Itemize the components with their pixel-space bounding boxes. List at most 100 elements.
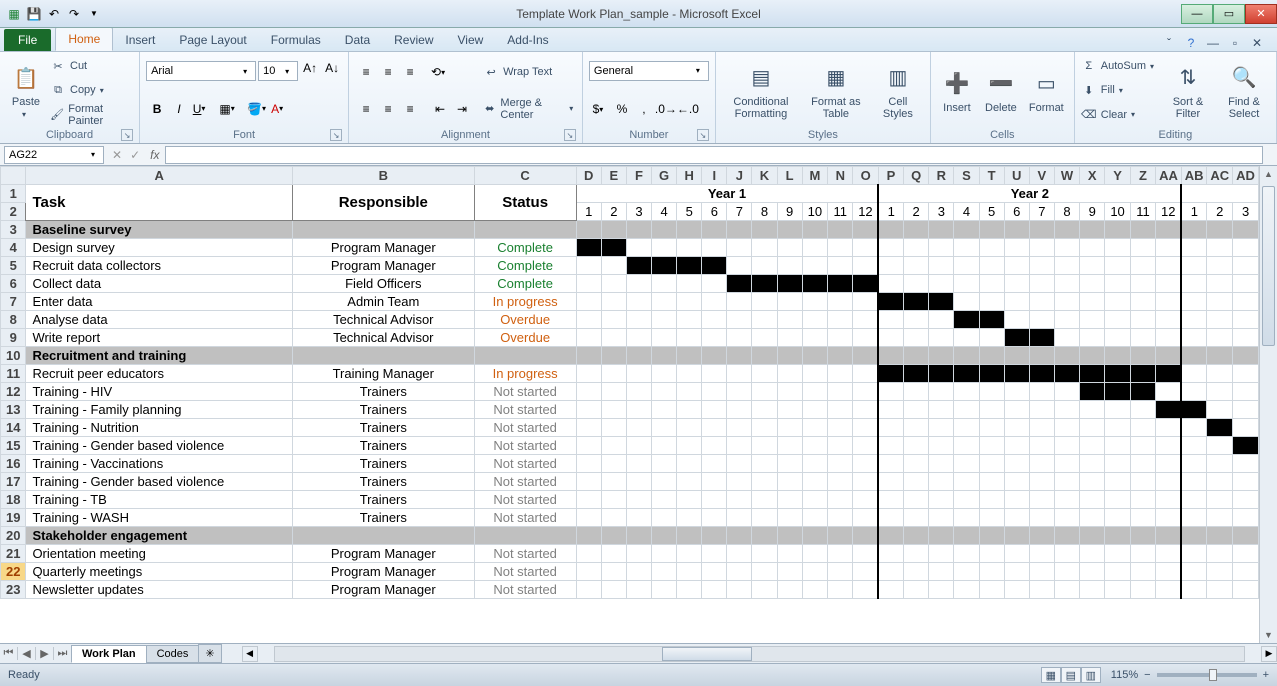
gantt-cell[interactable]: [954, 527, 979, 545]
gantt-cell[interactable]: [1105, 221, 1130, 239]
gantt-cell[interactable]: [601, 563, 626, 581]
gantt-cell[interactable]: [752, 401, 777, 419]
gantt-cell[interactable]: [1207, 383, 1233, 401]
gantt-cell[interactable]: [1156, 329, 1182, 347]
gantt-cell[interactable]: [1156, 347, 1182, 365]
gantt-cell[interactable]: [727, 455, 752, 473]
gantt-cell[interactable]: [1181, 401, 1207, 419]
tab-insert[interactable]: Insert: [113, 29, 167, 51]
status-cell[interactable]: Not started: [474, 509, 576, 527]
task-cell[interactable]: Collect data: [26, 275, 293, 293]
responsible-cell[interactable]: Trainers: [292, 383, 474, 401]
gantt-cell[interactable]: [1054, 491, 1079, 509]
gantt-cell[interactable]: [1233, 563, 1259, 581]
gantt-cell[interactable]: [702, 257, 727, 275]
gantt-cell[interactable]: [979, 239, 1004, 257]
gantt-cell[interactable]: [929, 581, 954, 599]
gantt-cell[interactable]: [828, 383, 853, 401]
gantt-cell[interactable]: [1054, 293, 1079, 311]
col-header-M[interactable]: M: [802, 167, 827, 185]
gantt-cell[interactable]: [878, 581, 903, 599]
gantt-cell[interactable]: [1105, 437, 1130, 455]
gantt-cell[interactable]: [626, 293, 651, 311]
gantt-cell[interactable]: [576, 347, 601, 365]
gantt-cell[interactable]: [878, 257, 903, 275]
gantt-cell[interactable]: [1029, 239, 1054, 257]
gantt-cell[interactable]: [601, 329, 626, 347]
gantt-cell[interactable]: [979, 527, 1004, 545]
gantt-cell[interactable]: [1233, 401, 1259, 419]
row-header-15[interactable]: 15: [1, 437, 26, 455]
gantt-cell[interactable]: [878, 491, 903, 509]
col-header-AC[interactable]: AC: [1207, 167, 1233, 185]
gantt-cell[interactable]: [878, 275, 903, 293]
gantt-cell[interactable]: [904, 311, 929, 329]
gantt-cell[interactable]: [777, 221, 802, 239]
gantt-cell[interactable]: [929, 545, 954, 563]
gantt-cell[interactable]: [752, 239, 777, 257]
gantt-cell[interactable]: [828, 473, 853, 491]
gantt-cell[interactable]: [651, 437, 676, 455]
bold-button[interactable]: B: [146, 98, 168, 120]
gantt-cell[interactable]: [979, 401, 1004, 419]
gantt-cell[interactable]: [979, 545, 1004, 563]
gantt-cell[interactable]: [802, 365, 827, 383]
gantt-cell[interactable]: [777, 437, 802, 455]
gantt-cell[interactable]: [853, 545, 878, 563]
tab-data[interactable]: Data: [333, 29, 382, 51]
gantt-cell[interactable]: [853, 419, 878, 437]
gantt-cell[interactable]: [752, 473, 777, 491]
gantt-cell[interactable]: [626, 221, 651, 239]
gantt-cell[interactable]: [1130, 545, 1155, 563]
number-launcher-icon[interactable]: ↘: [697, 129, 709, 141]
inc-decimal-button[interactable]: .0→: [655, 98, 677, 120]
gantt-cell[interactable]: [1207, 239, 1233, 257]
sheet-nav-prev-icon[interactable]: ◀: [18, 647, 36, 660]
gantt-cell[interactable]: [1004, 365, 1029, 383]
gantt-cell[interactable]: [626, 581, 651, 599]
gantt-cell[interactable]: [1080, 491, 1105, 509]
gantt-cell[interactable]: [1004, 293, 1029, 311]
gantt-cell[interactable]: [1054, 311, 1079, 329]
gantt-cell[interactable]: [954, 545, 979, 563]
task-cell[interactable]: Training - HIV: [26, 383, 293, 401]
gantt-cell[interactable]: [1233, 329, 1259, 347]
gantt-cell[interactable]: [1004, 311, 1029, 329]
gantt-cell[interactable]: [677, 437, 702, 455]
gantt-cell[interactable]: [626, 473, 651, 491]
gantt-cell[interactable]: [702, 563, 727, 581]
tab-home[interactable]: Home: [55, 27, 113, 51]
gantt-cell[interactable]: [702, 473, 727, 491]
section-cell[interactable]: Stakeholder engagement: [26, 527, 293, 545]
gantt-cell[interactable]: [1004, 257, 1029, 275]
new-sheet-button[interactable]: ✳: [198, 644, 221, 663]
gantt-cell[interactable]: [904, 239, 929, 257]
gantt-cell[interactable]: [752, 365, 777, 383]
hscroll-thumb[interactable]: [662, 647, 752, 661]
gantt-cell[interactable]: [1105, 275, 1130, 293]
gantt-cell[interactable]: [651, 221, 676, 239]
gantt-cell[interactable]: [1181, 347, 1207, 365]
minimize-button[interactable]: —: [1181, 4, 1213, 24]
gantt-cell[interactable]: [601, 347, 626, 365]
gantt-cell[interactable]: [677, 329, 702, 347]
gantt-cell[interactable]: [878, 365, 903, 383]
gantt-cell[interactable]: [727, 365, 752, 383]
gantt-cell[interactable]: [626, 275, 651, 293]
help-icon[interactable]: ?: [1183, 35, 1199, 51]
gantt-cell[interactable]: [1233, 365, 1259, 383]
gantt-cell[interactable]: [677, 275, 702, 293]
file-tab[interactable]: File: [4, 29, 51, 51]
col-header-O[interactable]: O: [853, 167, 878, 185]
gantt-cell[interactable]: [777, 509, 802, 527]
gantt-cell[interactable]: [1080, 311, 1105, 329]
responsible-cell[interactable]: Program Manager: [292, 239, 474, 257]
gantt-cell[interactable]: [802, 383, 827, 401]
copy-button[interactable]: ⧉Copy▾: [50, 79, 133, 101]
doc-minimize-icon[interactable]: —: [1205, 35, 1221, 51]
gantt-cell[interactable]: [954, 239, 979, 257]
gantt-cell[interactable]: [777, 455, 802, 473]
gantt-cell[interactable]: [1207, 329, 1233, 347]
gantt-cell[interactable]: [1207, 311, 1233, 329]
align-top-button[interactable]: ≡: [355, 61, 377, 83]
